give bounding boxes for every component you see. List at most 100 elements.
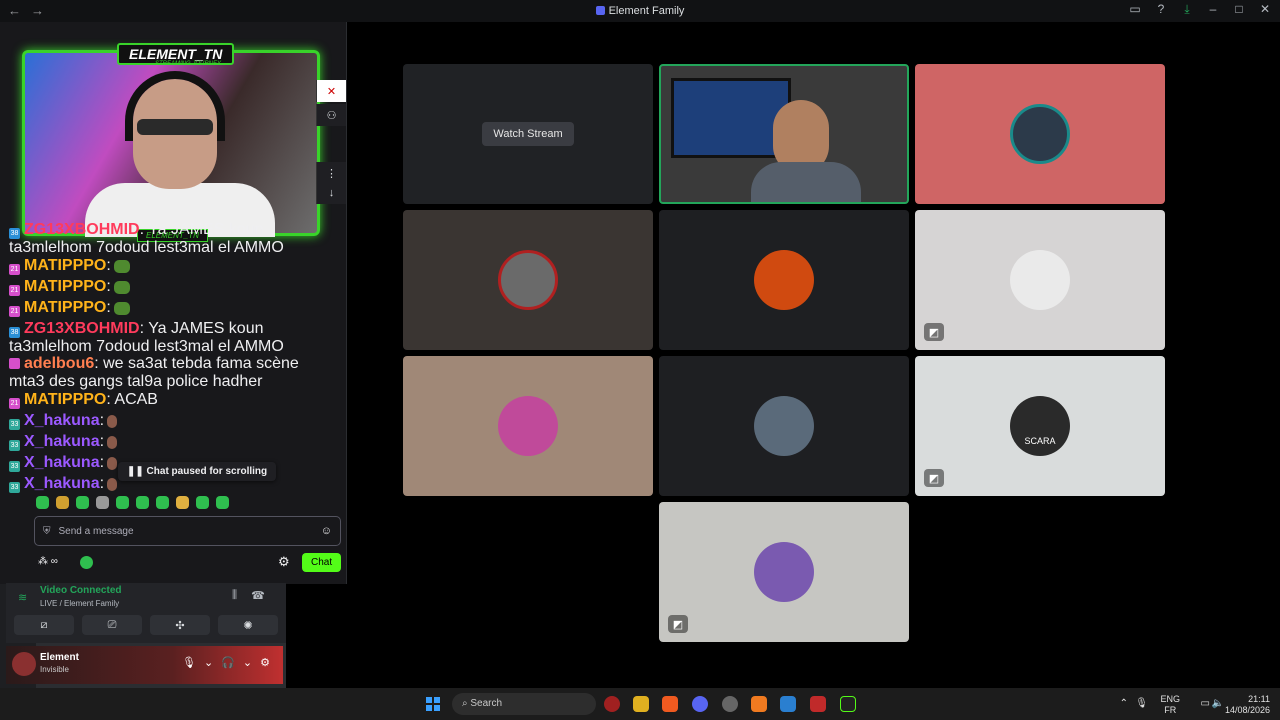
chat-footer: ⁂ ∞ ⚙ Chat <box>34 553 342 573</box>
chat-message: 21 MATIPPPO: <box>9 257 299 275</box>
emote-icon <box>107 478 118 491</box>
chat-message: 33 X_hakuna: <box>9 433 299 451</box>
participant-tile[interactable]: ◩ <box>915 210 1165 350</box>
emote-icon <box>113 281 130 294</box>
participant-tile[interactable] <box>403 356 653 496</box>
avatar <box>1010 250 1070 310</box>
participant-tile[interactable] <box>403 210 653 350</box>
emote-icon[interactable] <box>156 496 169 509</box>
emote-icon[interactable] <box>136 496 149 509</box>
watch-stream-button[interactable]: Watch Stream <box>482 122 574 146</box>
taskbar-search[interactable]: ⌕ Search <box>452 693 596 715</box>
maximize-button[interactable]: □ <box>1232 2 1246 17</box>
server-icon <box>595 6 605 15</box>
participant-tile[interactable]: ◩ <box>659 502 909 642</box>
chrome-icon[interactable] <box>722 696 738 712</box>
emote-icon[interactable] <box>216 496 229 509</box>
close-popout-icon[interactable]: ✕ <box>316 80 346 102</box>
network-icon[interactable]: ▭ <box>1201 698 1210 709</box>
emote-icon <box>107 436 118 449</box>
username[interactable]: Element <box>40 652 79 663</box>
chat-paused-indicator[interactable]: ❚❚ Chat paused for scrolling <box>118 462 277 481</box>
chevron-down-icon[interactable]: ⌄ <box>204 656 213 669</box>
gear-icon[interactable]: ⚙ <box>260 656 270 669</box>
kick-icon[interactable] <box>80 556 93 569</box>
user-status: Invisible <box>40 665 69 674</box>
chat-send-button[interactable]: Chat <box>302 553 342 572</box>
taskbar-app-icon[interactable] <box>780 696 796 712</box>
chat-message: 21 MATIPPPO: <box>9 278 299 296</box>
scroll-down-icon[interactable]: ↓ <box>316 182 346 204</box>
avatar <box>498 250 558 310</box>
discord-icon[interactable] <box>692 696 708 712</box>
camera-off-icon: ◩ <box>924 469 944 487</box>
minimize-button[interactable]: – <box>1206 2 1220 17</box>
screen-share-button[interactable]: ⎚ <box>82 615 142 635</box>
clock[interactable]: 21:11 14/08/2026 <box>1225 694 1270 716</box>
disconnect-icon[interactable]: ☎ <box>251 589 265 602</box>
emote-icon[interactable] <box>36 496 49 509</box>
signal-icon[interactable]: ≋ <box>18 591 27 604</box>
taskbar-app-icon[interactable] <box>840 696 856 712</box>
emote-icon[interactable] <box>176 496 189 509</box>
chevron-down-icon[interactable]: ⌄ <box>243 656 252 669</box>
volume-icon[interactable]: 🔈 <box>1212 698 1224 709</box>
emote-quick-bar <box>36 496 229 509</box>
avatar <box>498 396 558 456</box>
mic-icon[interactable]: 🎙 <box>1135 698 1148 709</box>
help-icon[interactable]: ? <box>1154 2 1168 17</box>
emote-icon <box>113 302 130 315</box>
emote-icon[interactable] <box>76 496 89 509</box>
language-indicator[interactable]: ENG FR <box>1160 694 1180 716</box>
shield-icon: ⛨ <box>43 525 51 537</box>
chat-input[interactable]: ⛨ Send a message ☺ <box>34 516 341 546</box>
more-icon[interactable]: ⋮ <box>316 162 346 184</box>
avatar <box>754 396 814 456</box>
taskbar-app-icon[interactable] <box>604 696 620 712</box>
noise-suppression-icon[interactable]: ⫼ <box>232 589 237 602</box>
emote-icon[interactable] <box>56 496 69 509</box>
file-explorer-icon[interactable] <box>633 696 649 712</box>
headphones-icon[interactable]: 🎧 <box>221 656 235 669</box>
members-icon[interactable]: ⚇ <box>316 104 346 126</box>
avatar <box>1010 104 1070 164</box>
participant-tile[interactable] <box>915 64 1165 204</box>
participant-tile[interactable] <box>659 356 909 496</box>
voice-status[interactable]: Video Connected <box>40 585 122 596</box>
activities-button[interactable]: ✣ <box>150 615 210 635</box>
voice-channel[interactable]: LIVE / Element Family <box>40 599 119 608</box>
mic-icon[interactable]: 🎙 <box>182 656 196 669</box>
user-panel: Element Invisible 🎙 ⌄ 🎧 ⌄ ⚙ <box>6 646 283 684</box>
camera-toggle-button[interactable]: ⧄ <box>14 615 74 635</box>
soundboard-button[interactable]: ✺ <box>218 615 278 635</box>
camera-tile[interactable] <box>659 64 909 204</box>
chat-message: 21 MATIPPPO: <box>9 299 299 317</box>
brave-icon[interactable] <box>662 696 678 712</box>
chat-message: 21 MATIPPPO: ACAB <box>9 391 158 409</box>
close-button[interactable]: ✕ <box>1258 2 1272 17</box>
participant-tile[interactable] <box>659 210 909 350</box>
gear-icon[interactable]: ⚙ <box>278 554 290 570</box>
emote-icon <box>113 260 130 273</box>
shirt <box>751 162 861 202</box>
video-grid: Watch Stream ◩ SCARA ◩ ◩ <box>346 22 1280 688</box>
taskbar-app-icon[interactable] <box>751 696 767 712</box>
voice-controls: ⧄ ⎚ ✣ ✺ <box>14 615 278 635</box>
stream-tile[interactable]: Watch Stream <box>403 64 653 204</box>
avatar[interactable] <box>12 652 36 676</box>
chat-input-placeholder[interactable]: Send a message <box>59 526 321 537</box>
emoji-icon[interactable]: ☺ <box>321 525 332 537</box>
streamer-webcam: ELEMENT_TN STREAMING JOURNEY ELEMENT_TN <box>22 43 320 242</box>
camera-off-icon: ◩ <box>924 323 944 341</box>
participant-tile[interactable]: SCARA ◩ <box>915 356 1165 496</box>
inbox-icon[interactable]: ▭ <box>1128 2 1142 17</box>
points-icon[interactable]: ⁂ ∞ <box>38 556 58 567</box>
chevron-up-icon[interactable]: ⌃ <box>1120 698 1128 709</box>
camera-off-icon: ◩ <box>668 615 688 633</box>
taskbar-app-icon[interactable] <box>810 696 826 712</box>
emote-icon[interactable] <box>116 496 129 509</box>
windows-start-icon[interactable] <box>426 697 440 711</box>
emote-icon[interactable] <box>196 496 209 509</box>
emote-icon[interactable] <box>96 496 109 509</box>
download-icon[interactable]: ⤓ <box>1180 2 1194 17</box>
